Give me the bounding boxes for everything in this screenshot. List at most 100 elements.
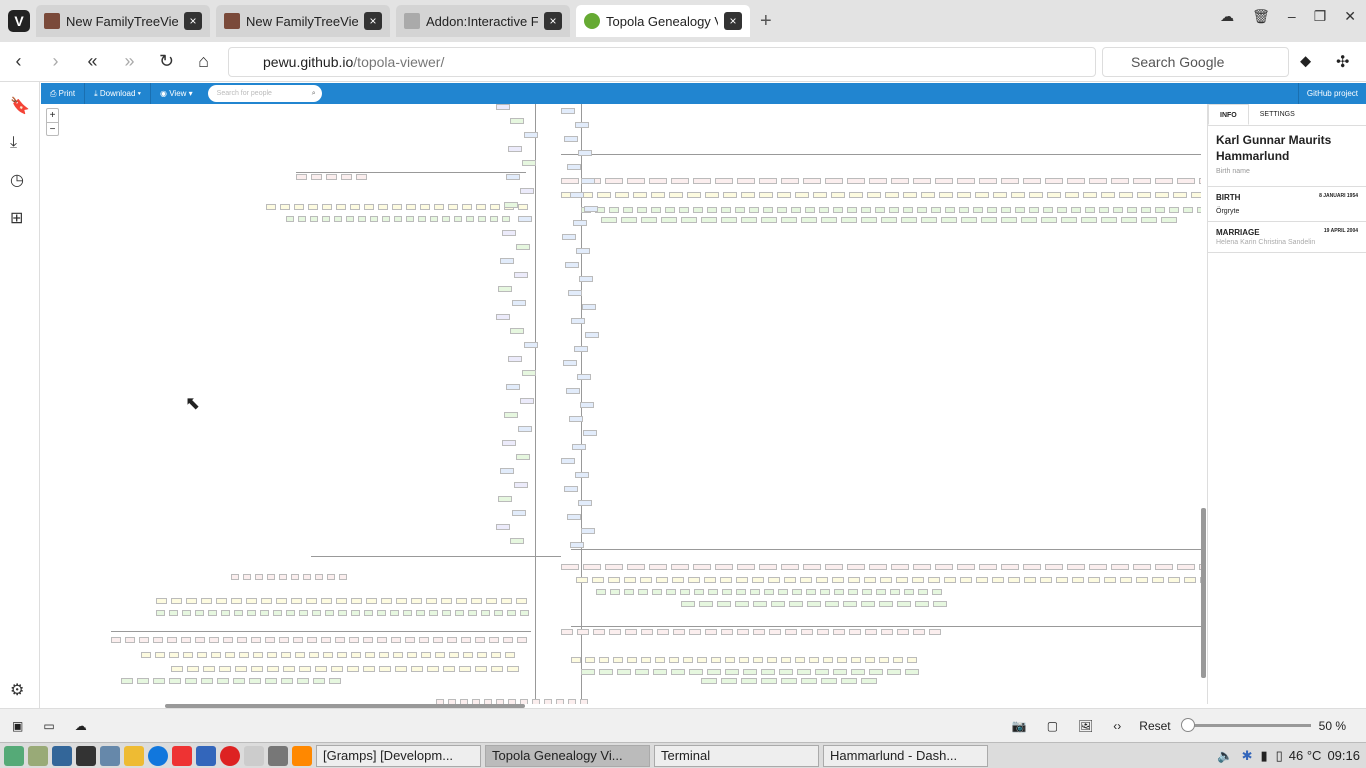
person-node[interactable]	[561, 458, 575, 464]
person-node[interactable]	[556, 699, 564, 704]
person-node[interactable]	[665, 207, 675, 213]
person-node[interactable]	[286, 610, 295, 616]
person-node[interactable]	[1199, 178, 1201, 184]
download-menu[interactable]: ⤓ Download ▾	[85, 83, 152, 104]
person-node[interactable]	[805, 207, 815, 213]
person-node[interactable]	[739, 657, 749, 663]
person-node[interactable]	[781, 178, 799, 184]
person-node[interactable]	[578, 150, 592, 156]
person-node[interactable]	[516, 598, 527, 604]
person-node[interactable]	[139, 637, 149, 643]
panel-toggle-icon[interactable]: ▣	[12, 719, 23, 733]
person-node[interactable]	[243, 574, 251, 580]
person-node[interactable]	[669, 657, 679, 663]
person-node[interactable]	[913, 564, 931, 570]
person-node[interactable]	[880, 577, 892, 583]
person-node[interactable]	[1047, 192, 1061, 198]
person-node[interactable]	[351, 610, 360, 616]
person-node[interactable]	[935, 564, 953, 570]
close-tab-icon[interactable]: ×	[184, 12, 202, 30]
person-node[interactable]	[363, 637, 373, 643]
person-node[interactable]	[717, 601, 731, 607]
person-node[interactable]	[792, 589, 802, 595]
home-button[interactable]: ⌂	[185, 51, 222, 72]
person-node[interactable]	[581, 528, 595, 534]
person-node[interactable]	[187, 666, 199, 672]
person-node[interactable]	[507, 666, 519, 672]
person-node[interactable]	[1155, 207, 1165, 213]
person-node[interactable]	[672, 577, 684, 583]
person-node[interactable]	[861, 217, 877, 223]
person-node[interactable]	[837, 657, 847, 663]
person-node[interactable]	[749, 207, 759, 213]
chart-app-icon[interactable]	[244, 745, 264, 766]
person-node[interactable]	[532, 699, 540, 704]
person-node[interactable]	[891, 564, 909, 570]
person-node[interactable]	[1177, 564, 1195, 570]
person-node[interactable]	[638, 589, 648, 595]
print-button[interactable]: ⎙ Print	[41, 83, 86, 104]
person-node[interactable]	[141, 652, 151, 658]
person-node[interactable]	[1136, 577, 1148, 583]
person-node[interactable]	[322, 216, 330, 222]
person-node[interactable]	[577, 374, 591, 380]
person-node[interactable]	[1056, 577, 1068, 583]
person-node[interactable]	[308, 204, 318, 210]
volume-icon[interactable]: 🔈	[1217, 748, 1233, 764]
person-node[interactable]	[247, 610, 256, 616]
images-icon[interactable]: 🖼	[1078, 719, 1093, 733]
person-node[interactable]	[299, 666, 311, 672]
person-node[interactable]	[522, 370, 536, 376]
person-node[interactable]	[251, 666, 263, 672]
person-node[interactable]	[825, 601, 839, 607]
person-node[interactable]	[750, 589, 760, 595]
taskbar-window-gramps[interactable]: [Gramps] [Developm...	[316, 744, 481, 767]
person-node[interactable]	[561, 108, 575, 114]
person-node[interactable]	[395, 666, 407, 672]
person-node[interactable]	[694, 589, 704, 595]
person-node[interactable]	[885, 192, 899, 198]
person-node[interactable]	[420, 204, 430, 210]
person-node[interactable]	[471, 598, 482, 604]
person-node[interactable]	[111, 637, 121, 643]
person-node[interactable]	[171, 598, 182, 604]
person-node[interactable]	[312, 610, 321, 616]
person-node[interactable]	[491, 666, 503, 672]
person-node[interactable]	[960, 577, 972, 583]
person-node[interactable]	[945, 207, 955, 213]
person-node[interactable]	[759, 564, 777, 570]
person-node[interactable]	[753, 601, 767, 607]
person-node[interactable]	[784, 577, 796, 583]
person-node[interactable]	[583, 430, 597, 436]
person-node[interactable]	[781, 564, 799, 570]
person-node[interactable]	[869, 178, 887, 184]
person-node[interactable]	[992, 577, 1004, 583]
person-node[interactable]	[181, 637, 191, 643]
person-node[interactable]	[576, 248, 590, 254]
person-node[interactable]	[821, 678, 837, 684]
person-node[interactable]	[315, 574, 323, 580]
person-node[interactable]	[801, 217, 817, 223]
tab-2[interactable]: New FamilyTreeVie... ×	[216, 5, 390, 37]
file-manager-icon[interactable]	[28, 745, 48, 766]
person-node[interactable]	[201, 678, 213, 684]
person-node[interactable]	[295, 652, 305, 658]
person-node[interactable]	[231, 574, 239, 580]
person-node[interactable]	[957, 192, 971, 198]
person-node[interactable]	[722, 589, 732, 595]
person-node[interactable]	[720, 577, 732, 583]
person-node[interactable]	[1065, 192, 1079, 198]
maximize-button[interactable]: ❐	[1314, 8, 1327, 25]
person-node[interactable]	[303, 574, 311, 580]
person-node[interactable]	[512, 510, 526, 516]
person-node[interactable]	[1024, 577, 1036, 583]
person-node[interactable]	[183, 652, 193, 658]
person-node[interactable]	[223, 637, 233, 643]
person-node[interactable]	[370, 216, 378, 222]
person-node[interactable]	[208, 610, 217, 616]
person-node[interactable]	[435, 652, 445, 658]
person-node[interactable]	[785, 629, 797, 635]
person-node[interactable]	[329, 678, 341, 684]
person-node[interactable]	[520, 610, 529, 616]
person-node[interactable]	[298, 216, 306, 222]
